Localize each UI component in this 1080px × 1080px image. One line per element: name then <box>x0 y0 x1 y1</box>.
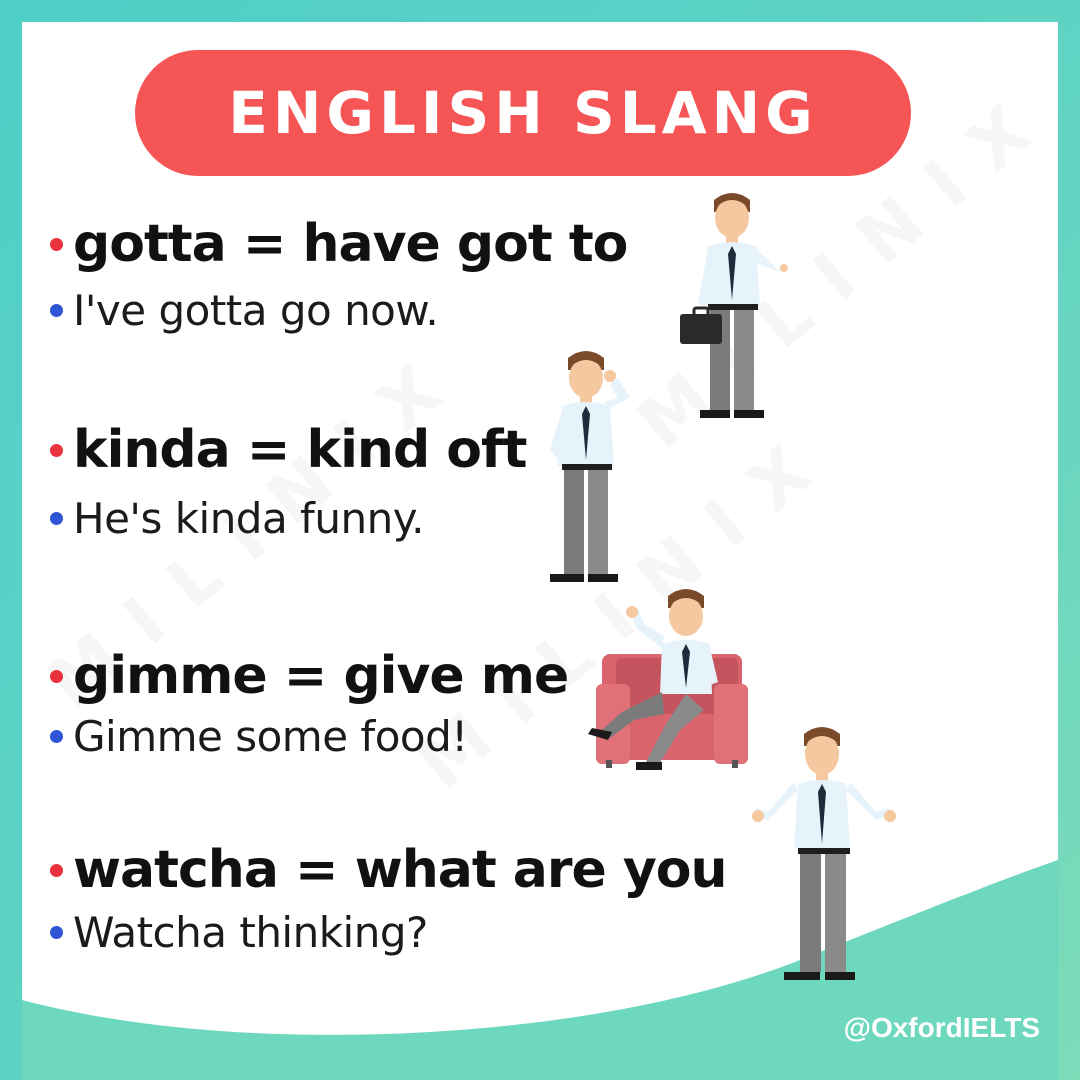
example-text: Watcha thinking? <box>73 908 428 957</box>
slang-example-watcha: Watcha thinking? <box>50 908 428 957</box>
example-text: Gimme some food! <box>73 712 468 761</box>
red-bullet-icon <box>50 669 63 683</box>
slang-term-kinda: kinda = kind oft <box>50 420 527 480</box>
example-text: He's kinda funny. <box>73 494 424 543</box>
slang-term-watcha: watcha = what are you <box>50 840 728 900</box>
social-handle: @OxfordIELTS <box>843 1012 1040 1043</box>
businessman-thinking-icon <box>550 351 630 582</box>
slang-term-gimme: gimme = give me <box>50 646 569 706</box>
title-banner: ENGLISH SLANG <box>135 50 911 176</box>
blue-bullet-icon <box>50 730 63 743</box>
red-bullet-icon <box>50 863 63 877</box>
red-bullet-icon <box>50 443 63 457</box>
example-text: I've gotta go now. <box>73 286 439 335</box>
slang-example-gimme: Gimme some food! <box>50 712 468 761</box>
businessman-sitting-armchair-icon <box>588 589 748 770</box>
blue-bullet-icon <box>50 304 63 317</box>
slang-example-kinda: He's kinda funny. <box>50 494 424 543</box>
term-text: kinda = kind oft <box>73 420 527 480</box>
slang-example-gotta: I've gotta go now. <box>50 286 439 335</box>
businessman-shrugging-icon <box>752 727 896 980</box>
blue-bullet-icon <box>50 926 63 939</box>
page-title: ENGLISH SLANG <box>228 79 818 147</box>
blue-bullet-icon <box>50 512 63 525</box>
slang-term-gotta: gotta = have got to <box>50 214 628 274</box>
term-text: watcha = what are you <box>73 840 728 900</box>
businessman-with-briefcase-icon <box>680 193 788 418</box>
term-text: gotta = have got to <box>73 214 628 274</box>
term-text: gimme = give me <box>73 646 569 706</box>
red-bullet-icon <box>50 237 63 251</box>
